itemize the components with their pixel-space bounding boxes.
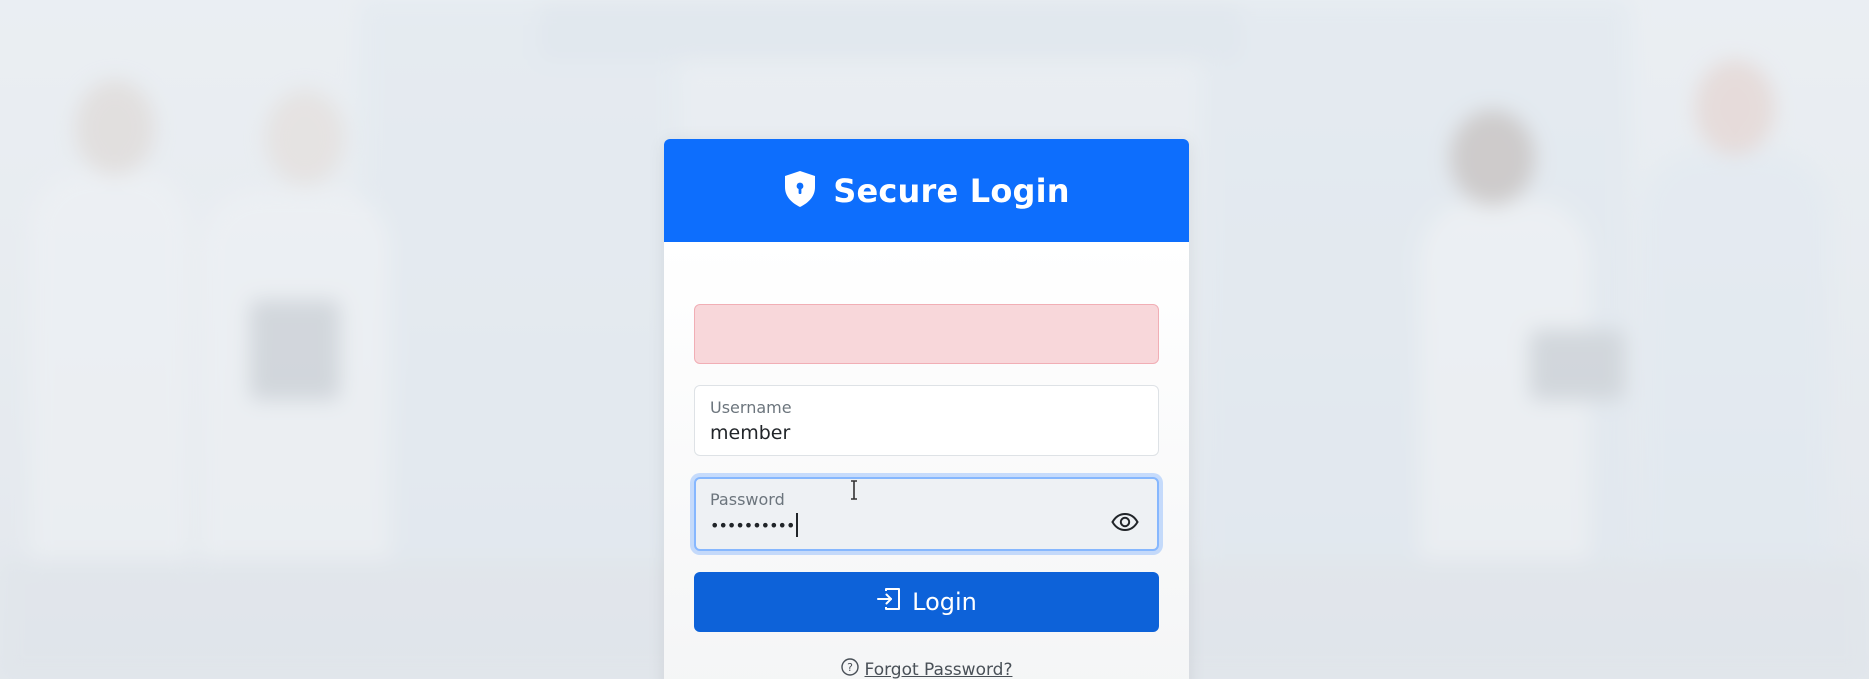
question-circle-icon: ? [840,658,859,679]
login-card: Secure Login Username Password •••••••••… [664,139,1189,679]
text-caret [796,512,799,537]
card-header: Secure Login [664,139,1189,242]
password-label: Password [710,490,785,509]
login-page: Secure Login Username Password •••••••••… [0,0,1869,679]
password-input[interactable]: •••••••••• [710,512,799,537]
login-button[interactable]: Login [694,572,1159,632]
svg-text:?: ? [847,661,853,674]
eye-icon[interactable] [1111,512,1139,532]
password-field[interactable]: Password •••••••••• [694,477,1159,551]
forgot-password-link[interactable]: Forgot Password? [865,660,1013,679]
username-label: Username [710,398,792,417]
error-alert [694,304,1159,364]
page-title: Secure Login [833,171,1070,210]
box-arrow-in-right-icon [876,587,902,617]
forgot-password: ? Forgot Password? [694,658,1159,679]
login-form: Username Password •••••••••• [664,242,1189,679]
text-cursor-icon [851,480,857,500]
login-button-label: Login [912,588,977,616]
shield-lock-icon [783,170,817,212]
username-field[interactable]: Username [694,385,1159,456]
username-input[interactable] [710,422,1090,444]
